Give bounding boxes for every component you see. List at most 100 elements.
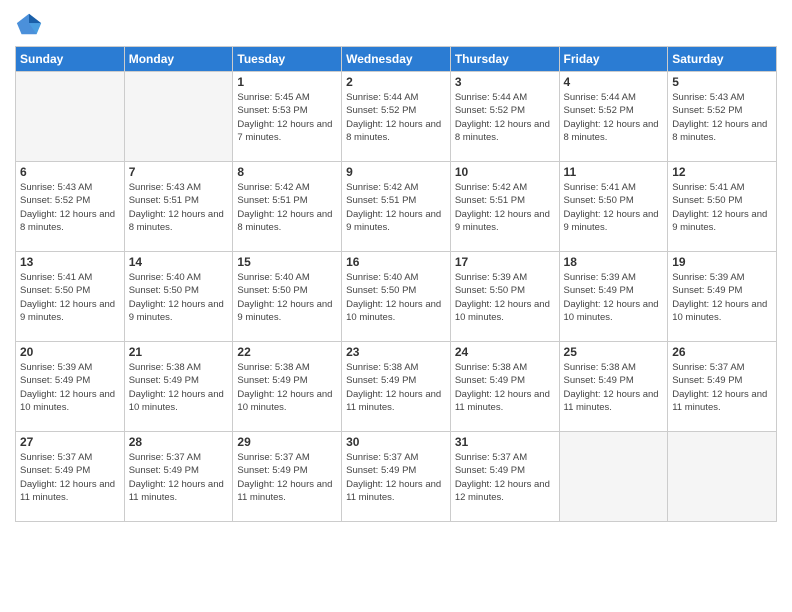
calendar-week-row: 6 Sunrise: 5:43 AMSunset: 5:52 PMDaylight… <box>16 162 777 252</box>
calendar-cell: 12 Sunrise: 5:41 AMSunset: 5:50 PMDayligh… <box>668 162 777 252</box>
day-info: Sunrise: 5:37 AMSunset: 5:49 PMDaylight:… <box>20 451 120 504</box>
calendar-cell: 14 Sunrise: 5:40 AMSunset: 5:50 PMDayligh… <box>124 252 233 342</box>
day-info: Sunrise: 5:37 AMSunset: 5:49 PMDaylight:… <box>346 451 446 504</box>
logo <box>15 10 47 38</box>
day-info: Sunrise: 5:39 AMSunset: 5:49 PMDaylight:… <box>672 271 772 324</box>
day-info: Sunrise: 5:39 AMSunset: 5:49 PMDaylight:… <box>20 361 120 414</box>
weekday-header: Saturday <box>668 47 777 72</box>
calendar-cell: 25Sunrise: 5:38 AMSunset: 5:49 PMDayligh… <box>559 342 668 432</box>
day-info: Sunrise: 5:37 AMSunset: 5:49 PMDaylight:… <box>237 451 337 504</box>
calendar-cell: 5 Sunrise: 5:43 AMSunset: 5:52 PMDaylight… <box>668 72 777 162</box>
calendar-cell: 31Sunrise: 5:37 AMSunset: 5:49 PMDayligh… <box>450 432 559 522</box>
day-number: 10 <box>455 165 555 179</box>
day-number: 2 <box>346 75 446 89</box>
calendar-cell: 29 Sunrise: 5:37 AMSunset: 5:49 PMDayligh… <box>233 432 342 522</box>
day-number: 27 <box>20 435 120 449</box>
day-info: Sunrise: 5:38 AMSunset: 5:49 PMDaylight:… <box>129 361 229 414</box>
calendar-week-row: 1 Sunrise: 5:45 AMSunset: 5:53 PMDaylight… <box>16 72 777 162</box>
day-info: Sunrise: 5:38 AMSunset: 5:49 PMDaylight:… <box>564 361 664 414</box>
day-number: 15 <box>237 255 337 269</box>
day-number: 9 <box>346 165 446 179</box>
day-number: 4 <box>564 75 664 89</box>
calendar-cell: 28 Sunrise: 5:37 AMSunset: 5:49 PMDayligh… <box>124 432 233 522</box>
day-number: 1 <box>237 75 337 89</box>
calendar-cell: 3 Sunrise: 5:44 AMSunset: 5:52 PMDaylight… <box>450 72 559 162</box>
day-number: 17 <box>455 255 555 269</box>
day-info: Sunrise: 5:44 AMSunset: 5:52 PMDaylight:… <box>346 91 446 144</box>
weekday-header: Tuesday <box>233 47 342 72</box>
day-number: 23 <box>346 345 446 359</box>
day-number: 31 <box>455 435 555 449</box>
day-info: Sunrise: 5:40 AMSunset: 5:50 PMDaylight:… <box>129 271 229 324</box>
day-info: Sunrise: 5:40 AMSunset: 5:50 PMDaylight:… <box>237 271 337 324</box>
weekday-header: Thursday <box>450 47 559 72</box>
calendar-cell: 23 Sunrise: 5:38 AMSunset: 5:49 PMDayligh… <box>342 342 451 432</box>
day-number: 29 <box>237 435 337 449</box>
day-number: 30 <box>346 435 446 449</box>
logo-icon <box>15 10 43 38</box>
calendar-week-row: 20 Sunrise: 5:39 AMSunset: 5:49 PMDayligh… <box>16 342 777 432</box>
calendar-cell: 6 Sunrise: 5:43 AMSunset: 5:52 PMDaylight… <box>16 162 125 252</box>
calendar-cell: 30 Sunrise: 5:37 AMSunset: 5:49 PMDayligh… <box>342 432 451 522</box>
day-info: Sunrise: 5:38 AMSunset: 5:49 PMDaylight:… <box>455 361 555 414</box>
day-number: 14 <box>129 255 229 269</box>
day-info: Sunrise: 5:43 AMSunset: 5:52 PMDaylight:… <box>20 181 120 234</box>
day-number: 13 <box>20 255 120 269</box>
calendar-cell: 11Sunrise: 5:41 AMSunset: 5:50 PMDayligh… <box>559 162 668 252</box>
calendar-cell: 9 Sunrise: 5:42 AMSunset: 5:51 PMDaylight… <box>342 162 451 252</box>
day-info: Sunrise: 5:45 AMSunset: 5:53 PMDaylight:… <box>237 91 337 144</box>
weekday-header: Monday <box>124 47 233 72</box>
day-info: Sunrise: 5:43 AMSunset: 5:52 PMDaylight:… <box>672 91 772 144</box>
weekday-header: Sunday <box>16 47 125 72</box>
day-info: Sunrise: 5:43 AMSunset: 5:51 PMDaylight:… <box>129 181 229 234</box>
calendar-cell <box>16 72 125 162</box>
calendar-cell: 2 Sunrise: 5:44 AMSunset: 5:52 PMDaylight… <box>342 72 451 162</box>
header <box>15 10 777 38</box>
day-number: 5 <box>672 75 772 89</box>
calendar-cell: 18Sunrise: 5:39 AMSunset: 5:49 PMDayligh… <box>559 252 668 342</box>
day-number: 24 <box>455 345 555 359</box>
day-info: Sunrise: 5:37 AMSunset: 5:49 PMDaylight:… <box>672 361 772 414</box>
day-number: 3 <box>455 75 555 89</box>
weekday-header: Friday <box>559 47 668 72</box>
calendar-cell: 10Sunrise: 5:42 AMSunset: 5:51 PMDayligh… <box>450 162 559 252</box>
day-info: Sunrise: 5:38 AMSunset: 5:49 PMDaylight:… <box>237 361 337 414</box>
day-info: Sunrise: 5:39 AMSunset: 5:49 PMDaylight:… <box>564 271 664 324</box>
day-info: Sunrise: 5:41 AMSunset: 5:50 PMDaylight:… <box>672 181 772 234</box>
calendar-cell: 1 Sunrise: 5:45 AMSunset: 5:53 PMDaylight… <box>233 72 342 162</box>
calendar-table: SundayMondayTuesdayWednesdayThursdayFrid… <box>15 46 777 522</box>
day-info: Sunrise: 5:44 AMSunset: 5:52 PMDaylight:… <box>455 91 555 144</box>
calendar-cell: 20 Sunrise: 5:39 AMSunset: 5:49 PMDayligh… <box>16 342 125 432</box>
calendar-cell: 26 Sunrise: 5:37 AMSunset: 5:49 PMDayligh… <box>668 342 777 432</box>
day-number: 20 <box>20 345 120 359</box>
calendar-cell: 15 Sunrise: 5:40 AMSunset: 5:50 PMDayligh… <box>233 252 342 342</box>
day-number: 22 <box>237 345 337 359</box>
calendar-header-row: SundayMondayTuesdayWednesdayThursdayFrid… <box>16 47 777 72</box>
calendar-week-row: 13Sunrise: 5:41 AMSunset: 5:50 PMDayligh… <box>16 252 777 342</box>
weekday-header: Wednesday <box>342 47 451 72</box>
page: SundayMondayTuesdayWednesdayThursdayFrid… <box>0 0 792 612</box>
day-info: Sunrise: 5:38 AMSunset: 5:49 PMDaylight:… <box>346 361 446 414</box>
day-number: 6 <box>20 165 120 179</box>
day-number: 26 <box>672 345 772 359</box>
calendar-cell: 13Sunrise: 5:41 AMSunset: 5:50 PMDayligh… <box>16 252 125 342</box>
day-number: 7 <box>129 165 229 179</box>
calendar-cell: 8Sunrise: 5:42 AMSunset: 5:51 PMDaylight… <box>233 162 342 252</box>
day-number: 12 <box>672 165 772 179</box>
calendar-cell: 27 Sunrise: 5:37 AMSunset: 5:49 PMDayligh… <box>16 432 125 522</box>
calendar-cell: 24 Sunrise: 5:38 AMSunset: 5:49 PMDayligh… <box>450 342 559 432</box>
calendar-cell: 22 Sunrise: 5:38 AMSunset: 5:49 PMDayligh… <box>233 342 342 432</box>
day-info: Sunrise: 5:42 AMSunset: 5:51 PMDaylight:… <box>346 181 446 234</box>
calendar-cell: 21 Sunrise: 5:38 AMSunset: 5:49 PMDayligh… <box>124 342 233 432</box>
day-number: 11 <box>564 165 664 179</box>
calendar-cell: 4Sunrise: 5:44 AMSunset: 5:52 PMDaylight… <box>559 72 668 162</box>
day-number: 21 <box>129 345 229 359</box>
calendar-cell: 7 Sunrise: 5:43 AMSunset: 5:51 PMDaylight… <box>124 162 233 252</box>
calendar-cell: 19Sunrise: 5:39 AMSunset: 5:49 PMDayligh… <box>668 252 777 342</box>
day-number: 16 <box>346 255 446 269</box>
day-number: 8 <box>237 165 337 179</box>
day-info: Sunrise: 5:39 AMSunset: 5:50 PMDaylight:… <box>455 271 555 324</box>
day-info: Sunrise: 5:37 AMSunset: 5:49 PMDaylight:… <box>129 451 229 504</box>
calendar-cell: 16Sunrise: 5:40 AMSunset: 5:50 PMDayligh… <box>342 252 451 342</box>
day-number: 28 <box>129 435 229 449</box>
